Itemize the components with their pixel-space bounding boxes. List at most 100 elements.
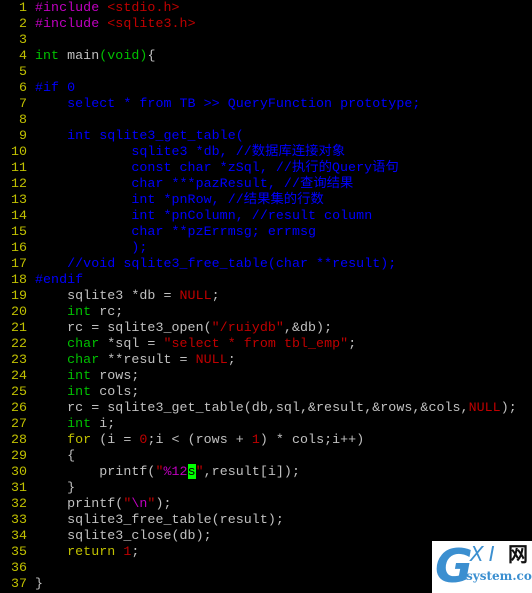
code-line[interactable]: 22 char *sql = "select * from tbl_emp"; (0, 336, 532, 352)
line-code: printf("\n"); (35, 496, 172, 512)
line-number: 36 (10, 560, 27, 575)
code-token: (i = (91, 432, 140, 447)
code-token: i; (91, 416, 116, 431)
code-line[interactable]: 18 #endif (0, 272, 532, 288)
code-token: <stdio.h> (107, 0, 180, 15)
code-line[interactable]: 15 char **pzErrmsg; errmsg (0, 224, 532, 240)
code-line[interactable]: 6 #if 0 (0, 80, 532, 96)
code-line[interactable]: 24 int rows; (0, 368, 532, 384)
line-number: 17 (10, 256, 27, 271)
line-code: rc = sqlite3_open("/ruiydb",&db); (35, 320, 332, 336)
code-token: } (35, 576, 44, 591)
code-token: NULL (195, 352, 228, 367)
code-editor[interactable]: 1 #include <stdio.h> 2 #include <sqlite3.h>… (0, 0, 532, 593)
line-number: 32 (10, 496, 27, 511)
line-number: 2 (18, 16, 27, 31)
line-code: select * from TB >> QueryFunction protot… (35, 96, 420, 112)
code-line[interactable]: 27 int i; (0, 416, 532, 432)
line-code: for (i = 0;i < (rows + 1) * cols;i++) (35, 432, 364, 448)
line-number: 6 (18, 80, 27, 95)
code-token: ); (155, 496, 172, 511)
code-line[interactable]: 12 char ***pazResult, //查询结果 (0, 176, 532, 192)
code-line[interactable]: 19 sqlite3 *db = NULL; (0, 288, 532, 304)
line-code: } (35, 576, 43, 592)
code-token: rc = sqlite3_get_table(db,sql,&result,&r… (35, 400, 469, 415)
code-line[interactable]: 30 printf("%12s",result[i]); (0, 464, 532, 480)
line-code: sqlite3 *db, //数据库连接对象 (35, 144, 345, 160)
code-token: NULL (468, 400, 501, 415)
code-token: int *pnColumn, //result column (35, 208, 373, 223)
code-line[interactable]: 25 int cols; (0, 384, 532, 400)
watermark-site: system.com (466, 569, 532, 583)
code-line[interactable]: 26 rc = sqlite3_get_table(db,sql,&result… (0, 400, 532, 416)
code-line[interactable]: 8 (0, 112, 532, 128)
line-code: rc = sqlite3_get_table(db,sql,&result,&r… (35, 400, 517, 416)
code-line[interactable]: 10 sqlite3 *db, //数据库连接对象 (0, 144, 532, 160)
code-line[interactable]: 23 char **result = NULL; (0, 352, 532, 368)
line-number: 31 (10, 480, 27, 495)
line-code: return 1; (35, 544, 139, 560)
line-number: 20 (10, 304, 27, 319)
line-code: int rc; (35, 304, 123, 320)
line-number: 25 (10, 384, 27, 399)
line-number: 37 (10, 576, 27, 591)
code-line[interactable]: 7 select * from TB >> QueryFunction prot… (0, 96, 532, 112)
line-code: #endif (35, 272, 83, 288)
line-number: 13 (10, 192, 27, 207)
line-number: 23 (10, 352, 27, 367)
line-code: int *pnColumn, //result column (35, 208, 372, 224)
code-line[interactable]: 1 #include <stdio.h> (0, 0, 532, 16)
code-line[interactable]: 17 //void sqlite3_free_table(char **resu… (0, 256, 532, 272)
line-number: 15 (10, 224, 27, 239)
line-number: 28 (10, 432, 27, 447)
code-token: %12 (163, 464, 188, 479)
code-token: #if 0 (35, 80, 76, 95)
code-token: ) * cols;i++) (259, 432, 365, 447)
line-code: int rows; (35, 368, 139, 384)
code-line[interactable]: 33 sqlite3_free_table(result); (0, 512, 532, 528)
code-token: int *pnRow, //结果集的行数 (35, 192, 324, 207)
code-line[interactable]: 21 rc = sqlite3_open("/ruiydb",&db); (0, 320, 532, 336)
watermark-logo: G XI 网 system.com (432, 541, 532, 593)
line-code: int *pnRow, //结果集的行数 (35, 192, 324, 208)
code-line[interactable]: 29 { (0, 448, 532, 464)
code-line[interactable]: 14 int *pnColumn, //result column (0, 208, 532, 224)
code-token: //void sqlite3_free_table(char **result)… (35, 256, 397, 271)
line-code: ); (35, 240, 147, 256)
code-line[interactable]: 5 (0, 64, 532, 80)
code-line[interactable]: 4 int main(void){ (0, 48, 532, 64)
line-number: 27 (10, 416, 27, 431)
code-token: sqlite3 *db = (35, 288, 180, 303)
line-number: 35 (10, 544, 27, 559)
code-token: **result = (99, 352, 196, 367)
line-code: printf("%12s",result[i]); (35, 464, 300, 480)
code-token: printf( (35, 464, 156, 479)
code-line[interactable]: 16 ); (0, 240, 532, 256)
line-number: 9 (18, 128, 27, 143)
line-number: 33 (10, 512, 27, 527)
code-line[interactable]: 9 int sqlite3_get_table( (0, 128, 532, 144)
code-line[interactable]: 31 } (0, 480, 532, 496)
code-line[interactable]: 11 const char *zSql, //执行的Query语句 (0, 160, 532, 176)
line-code: { (35, 448, 75, 464)
line-code: sqlite3 *db = NULL; (35, 288, 220, 304)
code-token: #include (35, 16, 100, 31)
code-line[interactable]: 2 #include <sqlite3.h> (0, 16, 532, 32)
code-line[interactable]: 13 int *pnRow, //结果集的行数 (0, 192, 532, 208)
code-token: "select * from tbl_emp" (163, 336, 349, 351)
code-line[interactable]: 28 for (i = 0;i < (rows + 1) * cols;i++) (0, 432, 532, 448)
line-code: char **pzErrmsg; errmsg (35, 224, 316, 240)
code-line[interactable]: 3 (0, 32, 532, 48)
code-token: int (67, 384, 92, 399)
code-line[interactable]: 32 printf("\n"); (0, 496, 532, 512)
code-line[interactable]: 20 int rc; (0, 304, 532, 320)
code-token: return (67, 544, 116, 559)
code-token: #endif (35, 272, 84, 287)
code-token: ; (348, 336, 357, 351)
code-token: rc; (91, 304, 124, 319)
